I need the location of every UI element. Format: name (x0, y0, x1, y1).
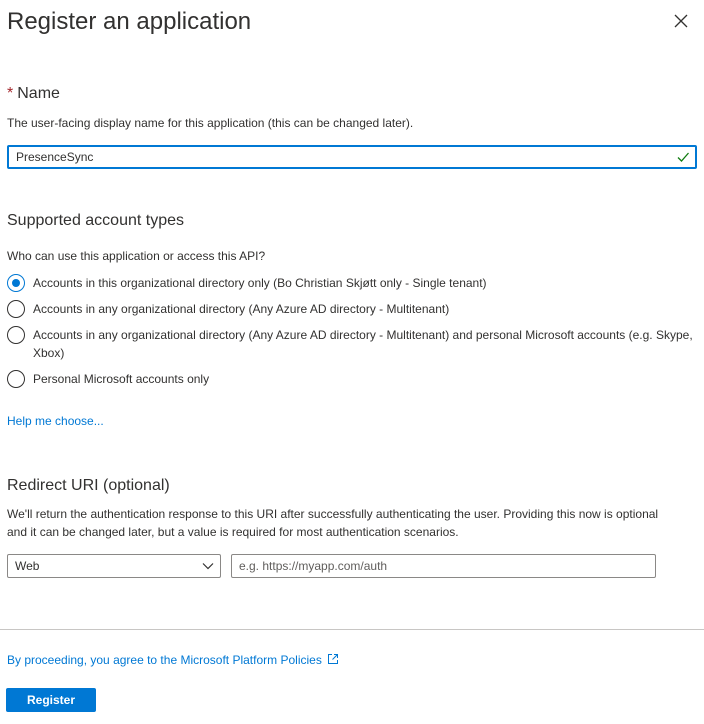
radio-button[interactable] (7, 300, 25, 318)
account-types-heading: Supported account types (7, 212, 185, 229)
account-option-multitenant-personal[interactable]: Accounts in any organizational directory… (7, 326, 693, 362)
page-title: Register an application (7, 8, 252, 35)
option-label: Accounts in any organizational directory… (33, 302, 450, 316)
name-label: * Name (7, 84, 60, 104)
radio-button[interactable] (7, 274, 25, 292)
divider (0, 629, 704, 630)
register-button[interactable]: Register (6, 688, 96, 712)
platform-select[interactable]: Web (7, 554, 221, 578)
redirect-uri-heading: Redirect URI (optional) (7, 477, 170, 494)
name-description: The user-facing display name for this ap… (7, 116, 414, 130)
account-option-multitenant[interactable]: Accounts in any organizational directory… (7, 300, 693, 318)
required-mark: * (7, 85, 14, 102)
option-label: Personal Microsoft accounts only (33, 372, 210, 386)
radio-button[interactable] (7, 370, 25, 388)
option-label: Accounts in this organizational director… (33, 276, 487, 290)
policy-text: By proceeding, you agree to the Microsof… (7, 653, 322, 667)
redirect-uri-input[interactable] (232, 555, 647, 577)
radio-button[interactable] (7, 326, 25, 344)
redirect-uri-description: We'll return the authentication response… (7, 507, 659, 539)
checkmark-icon (677, 152, 689, 162)
external-link-icon (327, 654, 338, 664)
account-option-single-tenant[interactable]: Accounts in this organizational director… (7, 274, 693, 292)
name-input-box[interactable] (7, 145, 697, 169)
account-types-question: Who can use this application or access t… (7, 249, 266, 263)
account-option-personal-only[interactable]: Personal Microsoft accounts only (7, 370, 693, 388)
platform-policies-link[interactable]: By proceeding, you agree to the Microsof… (7, 651, 339, 669)
platform-selected-value: Web (15, 559, 40, 573)
close-icon[interactable] (671, 11, 691, 31)
option-label: Accounts in any organizational directory… (33, 328, 693, 360)
chevron-down-icon (202, 563, 214, 570)
help-me-choose-link[interactable]: Help me choose... (7, 412, 104, 430)
name-label-text: Name (17, 85, 60, 102)
name-input[interactable] (9, 147, 669, 167)
redirect-uri-input-box[interactable] (231, 554, 656, 578)
